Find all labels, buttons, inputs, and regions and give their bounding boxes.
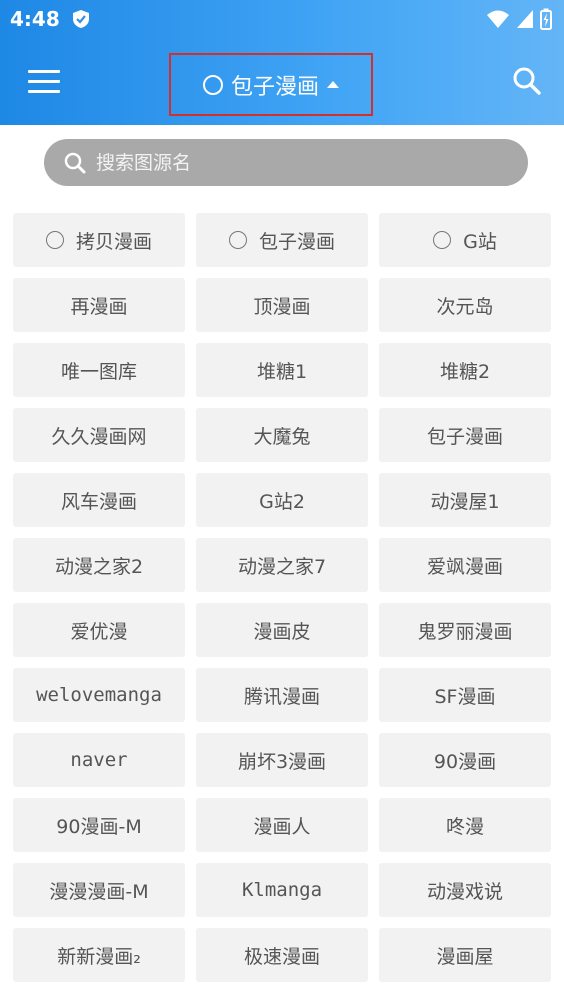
menu-icon-bar: [28, 90, 60, 93]
source-item-label: naver: [70, 749, 128, 771]
source-item-label: 爱飒漫画: [426, 555, 503, 578]
source-item[interactable]: 鬼罗丽漫画: [379, 603, 551, 657]
source-item[interactable]: G站2: [196, 473, 368, 527]
source-item-label: 爱优漫: [70, 620, 128, 643]
source-item-label: 极速漫画: [243, 945, 320, 968]
source-item-label: 包子漫画: [258, 230, 335, 253]
wifi-icon: [487, 10, 509, 28]
status-bar: 4:48: [0, 0, 564, 40]
source-item-label: 腾讯漫画: [243, 685, 320, 708]
source-item[interactable]: SF漫画: [379, 668, 551, 722]
caret-up-icon: [327, 81, 339, 88]
source-item[interactable]: G站: [379, 213, 551, 267]
search-field[interactable]: [44, 139, 528, 186]
source-item-label: 崩坏3漫画: [237, 750, 327, 773]
radio-icon: [45, 231, 64, 249]
source-item-label: welovemanga: [36, 684, 162, 706]
shield-check-icon: [73, 10, 89, 28]
source-item-label: 包子漫画: [426, 425, 503, 448]
radio-icon: [433, 231, 452, 249]
source-item-label: G站: [463, 230, 497, 253]
page-title: 包子漫画: [230, 74, 319, 100]
source-item-label: 新新漫画₂: [57, 945, 141, 968]
source-item[interactable]: 堆糖2: [379, 343, 551, 397]
source-item[interactable]: Klmanga: [196, 863, 368, 917]
source-selector[interactable]: 包子漫画: [169, 53, 373, 116]
source-item-label: 90漫画: [433, 750, 497, 773]
source-item[interactable]: 90漫画-M: [13, 798, 185, 852]
source-item[interactable]: 崩坏3漫画: [196, 733, 368, 787]
source-item-label: 久久漫画网: [51, 425, 147, 448]
source-item[interactable]: 包子漫画: [196, 213, 368, 267]
status-time: 4:48: [10, 7, 60, 31]
source-item[interactable]: 漫画人: [196, 798, 368, 852]
search-input[interactable]: [94, 150, 478, 175]
source-item-label: 动漫戏说: [426, 880, 503, 903]
menu-icon-bar: [28, 80, 60, 83]
source-item-label: SF漫画: [434, 685, 496, 708]
source-item-label: 漫画皮: [253, 620, 311, 643]
cell-signal-icon: [517, 10, 533, 28]
source-item[interactable]: 动漫屋1: [379, 473, 551, 527]
source-item-label: 动漫之家7: [237, 555, 327, 578]
source-item-label: 大魔兔: [253, 425, 311, 448]
source-item[interactable]: 再漫画: [13, 278, 185, 332]
source-item[interactable]: 新新漫画₂: [13, 928, 185, 982]
source-item[interactable]: 漫漫漫画-M: [13, 863, 185, 917]
source-item-label: 顶漫画: [253, 295, 311, 318]
source-item[interactable]: 漫画皮: [196, 603, 368, 657]
source-item-label: Klmanga: [241, 879, 323, 901]
source-item-label: 鬼罗丽漫画: [417, 620, 513, 643]
source-item-label: 拷贝漫画: [75, 230, 152, 253]
search-icon: [64, 152, 86, 173]
source-item-label: 漫画屋: [436, 945, 494, 968]
source-item[interactable]: 咚漫: [379, 798, 551, 852]
status-icons: [486, 8, 552, 30]
source-item[interactable]: 爱飒漫画: [379, 538, 551, 592]
source-item[interactable]: 次元岛: [379, 278, 551, 332]
source-item-label: 堆糖2: [439, 360, 491, 383]
app-bar: 4:48 包子漫画: [0, 0, 564, 125]
source-item[interactable]: 动漫戏说: [379, 863, 551, 917]
source-item-label: 唯一图库: [60, 360, 137, 383]
source-item-label: 90漫画-M: [56, 815, 142, 838]
source-grid: 拷贝漫画 包子漫画 G站 再漫画 顶漫画 次元岛 唯一图库 堆糖1 堆糖2 久久漫画网 大魔兔 包子漫…: [13, 213, 551, 982]
source-item[interactable]: 风车漫画: [13, 473, 185, 527]
source-item-label: 次元岛: [436, 295, 494, 318]
source-item[interactable]: 唯一图库: [13, 343, 185, 397]
source-item[interactable]: welovemanga: [13, 668, 185, 722]
source-item-label: 咚漫: [445, 815, 484, 838]
search-icon[interactable]: [512, 66, 542, 96]
source-item-label: 漫漫漫画-M: [49, 880, 149, 903]
source-item-label: 动漫屋1: [430, 490, 500, 513]
source-item[interactable]: 90漫画: [379, 733, 551, 787]
source-item[interactable]: 极速漫画: [196, 928, 368, 982]
menu-icon: [28, 70, 60, 73]
source-item[interactable]: 堆糖1: [196, 343, 368, 397]
source-item[interactable]: 顶漫画: [196, 278, 368, 332]
battery-icon: [540, 8, 552, 30]
source-item-label: G站2: [259, 490, 305, 513]
radio-icon: [202, 74, 223, 95]
source-item[interactable]: 包子漫画: [379, 408, 551, 462]
source-item[interactable]: 漫画屋: [379, 928, 551, 982]
source-item[interactable]: 腾讯漫画: [196, 668, 368, 722]
source-item[interactable]: naver: [13, 733, 185, 787]
source-item[interactable]: 动漫之家2: [13, 538, 185, 592]
source-item[interactable]: 久久漫画网: [13, 408, 185, 462]
menu-button[interactable]: [28, 70, 60, 94]
source-item[interactable]: 拷贝漫画: [13, 213, 185, 267]
source-item-label: 漫画人: [253, 815, 311, 838]
radio-icon: [228, 231, 247, 249]
source-item[interactable]: 动漫之家7: [196, 538, 368, 592]
source-item[interactable]: 大魔兔: [196, 408, 368, 462]
source-item[interactable]: 爱优漫: [13, 603, 185, 657]
source-item-label: 动漫之家2: [54, 555, 144, 578]
source-item-label: 再漫画: [70, 295, 128, 318]
source-item-label: 风车漫画: [60, 490, 137, 513]
source-item-label: 堆糖1: [256, 360, 308, 383]
